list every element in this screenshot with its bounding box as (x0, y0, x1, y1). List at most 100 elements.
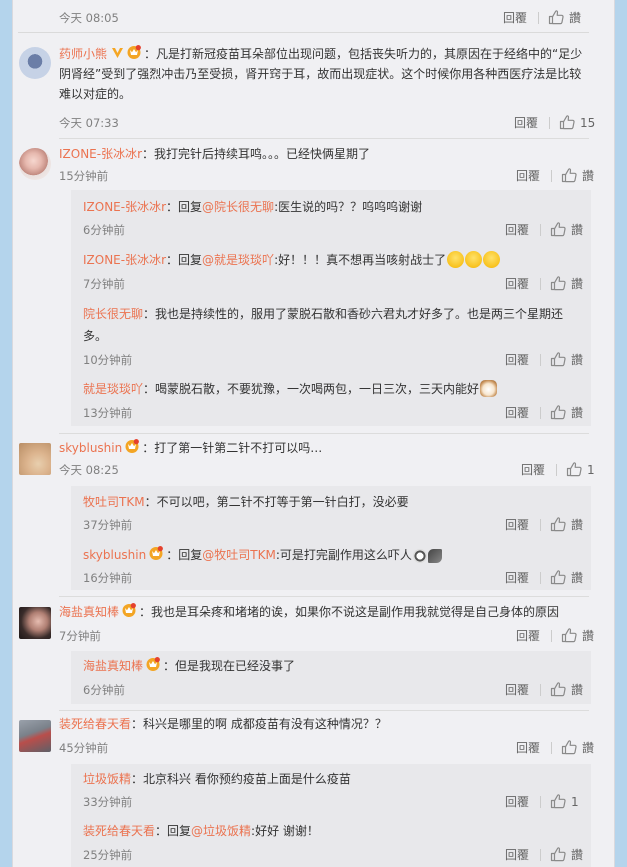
like-count[interactable]: 1 (587, 463, 595, 477)
reply-button[interactable]: 回覆 (505, 404, 529, 421)
like-button[interactable]: 讚 (571, 404, 583, 421)
divider (59, 433, 589, 434)
like-icon[interactable] (550, 517, 566, 532)
username-link[interactable]: 海盐真知棒 (83, 659, 143, 673)
mention-link[interactable]: @就是琰琰吖 (202, 253, 274, 267)
reply-time: 37分钟前 (83, 518, 133, 532)
scared-emoji-icon (412, 549, 427, 563)
like-count[interactable]: 1 (571, 795, 579, 809)
reply-button[interactable]: 回覆 (516, 627, 540, 644)
like-button[interactable]: 讚 (571, 681, 583, 698)
like-button[interactable]: 讚 (582, 627, 594, 644)
username-link[interactable]: 海盐真知棒 (59, 605, 119, 619)
comment-text: IZONE-张冰冰r：我打完针后持续耳鸣。。。已经快俩星期了 (59, 144, 589, 164)
like-icon[interactable] (550, 847, 566, 862)
reply-button[interactable]: 回覆 (505, 516, 529, 533)
like-button[interactable]: 讚 (582, 739, 594, 756)
reply-button[interactable]: 回覆 (516, 167, 540, 184)
mention-link[interactable]: @牧吐司TKM (202, 548, 276, 562)
divider (540, 683, 542, 696)
reply-button[interactable]: 回覆 (505, 275, 529, 292)
divider (540, 223, 542, 236)
mention-link[interactable]: @院长很无聊 (202, 200, 274, 214)
like-button[interactable]: 讚 (571, 569, 583, 586)
username-link[interactable]: 药师小熊 (59, 47, 107, 61)
username-link[interactable]: skyblushin (83, 548, 146, 562)
reply-button[interactable]: 回覆 (505, 793, 529, 810)
avatar[interactable] (19, 148, 51, 180)
reply-text: 垃圾饭精：北京科兴 看你预约疫苗上面是什么疫苗 (83, 769, 583, 789)
hand-emoji-icon (427, 549, 442, 563)
mention-link[interactable]: @垃圾饭精 (191, 824, 251, 838)
reply-time: 10分钟前 (83, 353, 133, 367)
like-button[interactable]: 讚 (571, 221, 583, 238)
like-icon[interactable] (561, 740, 577, 755)
avatar[interactable] (19, 47, 51, 79)
reply-button[interactable]: 回覆 (521, 461, 545, 478)
like-icon[interactable] (561, 628, 577, 643)
divider (59, 138, 589, 139)
reply-button[interactable]: 回覆 (505, 681, 529, 698)
username-link[interactable]: skyblushin (59, 441, 122, 455)
comment-time: 15分钟前 (59, 169, 109, 183)
reply-button[interactable]: 回覆 (505, 569, 529, 586)
like-icon[interactable] (548, 10, 564, 25)
like-icon[interactable] (550, 570, 566, 585)
comment-actions: 回覆 讚 (516, 739, 594, 756)
reply-button[interactable]: 回覆 (505, 846, 529, 863)
comment-actions: 回覆 讚 (516, 627, 594, 644)
like-button[interactable]: 讚 (571, 275, 583, 292)
username-link[interactable]: 装死给春天看 (59, 717, 131, 731)
username-link[interactable]: 装死给春天看 (83, 824, 155, 838)
like-count[interactable]: 15 (580, 116, 595, 130)
reply-text: 就是琰琰吖：喝蒙脱石散，不要犹豫，一次喝两包，一日三次，三天内能好 (83, 379, 583, 399)
comment-time: 7分钟前 (59, 629, 101, 643)
comment-body: ：打了第一针第二针不打可以吗… (142, 441, 323, 455)
like-button[interactable]: 讚 (569, 9, 581, 26)
reply-button[interactable]: 回覆 (514, 114, 538, 131)
like-button[interactable]: 讚 (571, 846, 583, 863)
username-link[interactable]: 就是琰琰吖 (83, 382, 143, 396)
reply-button[interactable]: 回覆 (516, 739, 540, 756)
divider (540, 571, 542, 584)
like-button[interactable]: 讚 (582, 167, 594, 184)
divider (556, 463, 558, 476)
divider (18, 32, 589, 33)
like-icon[interactable] (550, 794, 566, 809)
username-link[interactable]: IZONE-张冰冰r (59, 147, 142, 161)
reply-text: skyblushin ：回复@牧吐司TKM:可是打完副作用这么吓人 (83, 545, 583, 565)
reply-body: ：北京科兴 看你预约疫苗上面是什么疫苗 (131, 772, 351, 786)
like-icon[interactable] (550, 352, 566, 367)
reply-body: :好！！！真不想再当咳射战士了 (274, 253, 447, 267)
username-link[interactable]: IZONE-张冰冰r (83, 253, 166, 267)
like-icon[interactable] (550, 405, 566, 420)
like-icon[interactable] (550, 682, 566, 697)
like-icon[interactable] (550, 222, 566, 237)
username-link[interactable]: 院长很无聊 (83, 307, 143, 321)
reply-button[interactable]: 回覆 (505, 221, 529, 238)
like-button[interactable]: 讚 (571, 516, 583, 533)
reply-body: :可是打完副作用这么吓人 (275, 548, 412, 562)
username-link[interactable]: 牧吐司TKM (83, 495, 145, 509)
divider (540, 277, 542, 290)
reply-actions: 回覆 讚 (505, 221, 583, 238)
reply-button[interactable]: 回覆 (505, 351, 529, 368)
reply-button[interactable]: 回覆 (503, 9, 527, 26)
like-button[interactable]: 讚 (571, 351, 583, 368)
like-icon[interactable] (566, 462, 582, 477)
divider (540, 848, 542, 861)
reply-prefix: ：回复 (166, 200, 203, 214)
reply-body: ：喝蒙脱石散，不要犹豫，一次喝两包，一日三次，三天内能好 (143, 382, 480, 396)
like-icon[interactable] (550, 276, 566, 291)
comment-text: skyblushin ：打了第一针第二针不打可以吗… (59, 438, 589, 458)
avatar[interactable] (19, 720, 51, 752)
avatar[interactable] (19, 607, 51, 639)
like-icon[interactable] (561, 168, 577, 183)
like-icon[interactable] (559, 115, 575, 130)
avatar[interactable] (19, 443, 51, 475)
comment-text: 装死给春天看：科兴是哪里的啊 成都疫苗有没有这种情况？？ (59, 714, 589, 734)
username-link[interactable]: 垃圾饭精 (83, 772, 131, 786)
divider (540, 406, 542, 419)
reply-time: 33分钟前 (83, 795, 133, 809)
username-link[interactable]: IZONE-张冰冰r (83, 200, 166, 214)
